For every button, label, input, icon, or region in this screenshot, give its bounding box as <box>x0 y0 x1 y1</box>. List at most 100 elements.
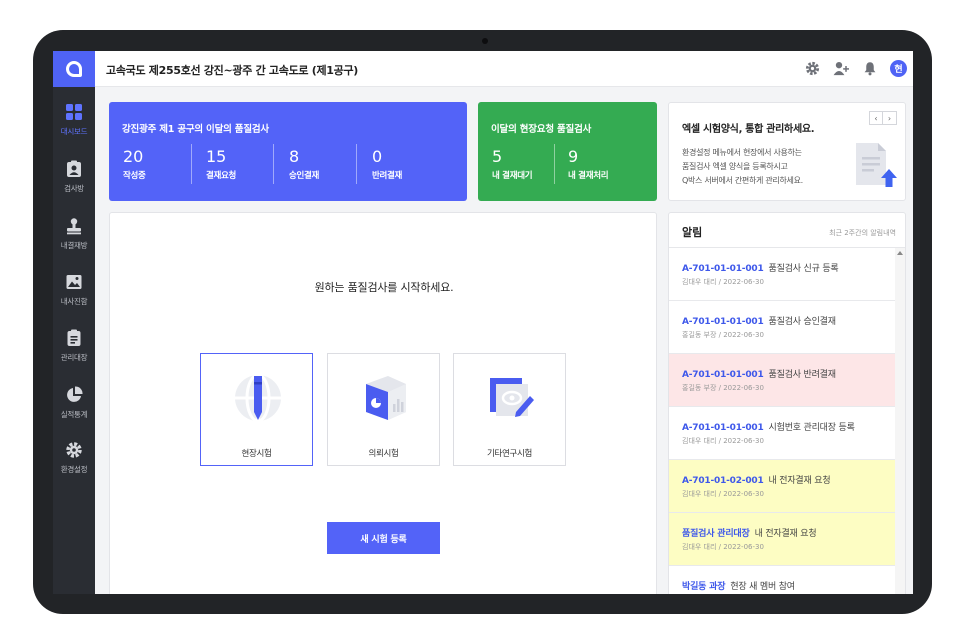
box-chart-icon <box>366 376 406 420</box>
stat-label: 결재요청 <box>206 171 237 181</box>
clipboard-user-icon <box>67 160 81 177</box>
sidebar-item-label: 환경설정 <box>60 465 88 474</box>
sidebar-item-statistics[interactable]: 실적통계 <box>53 382 95 432</box>
scroll-up-arrow-icon[interactable] <box>897 251 903 255</box>
notification-meta: 김대우 대리 / 2022-06-30 <box>682 437 764 445</box>
notification-code: A-701-01-02-001 <box>682 476 764 486</box>
sidebar-item-inspection[interactable]: 검사방 <box>53 156 95 206</box>
notification-item[interactable]: 박길동 과장 현장 새 멤버 참여 <box>669 566 896 594</box>
notification-item[interactable]: A-701-01-01-001 품질검사 승인결재 홍길동 부장 / 2022-0… <box>669 301 896 354</box>
promo-next-button[interactable]: › <box>883 111 897 125</box>
notifications-scrollbar[interactable] <box>895 248 905 594</box>
stat-approval-request[interactable]: 15 결재요청 <box>206 148 236 186</box>
stat-my-pending[interactable]: 5 내 결재대기 <box>492 148 533 186</box>
notification-item[interactable]: A-701-01-01-001 품질검사 신규 등록 김대우 대리 / 2022-… <box>669 248 896 301</box>
test-label: 현장시험 <box>241 449 272 459</box>
monthly-inspection-card: 강진광주 제1 공구의 이달의 품질검사 20 작성중 15 결재요청 8 승인… <box>109 102 467 201</box>
app-screen: 대시보드 검사방 내결재방 내사진함 관리대장 실적통계 환경설정 고속국도 제… <box>53 51 913 594</box>
stat-value: 8 <box>289 147 300 166</box>
promo-description: 환경설정 메뉴에서 현장에서 사용하는 품질검사 엑셀 양식을 등록하시고 Q박… <box>682 146 803 188</box>
promo-desc-line: 품질검사 엑셀 양식을 등록하시고 <box>682 162 788 171</box>
pie-chart-icon <box>67 386 83 402</box>
field-test-card[interactable]: 현장시험 <box>200 353 313 466</box>
settings-button[interactable] <box>803 59 821 77</box>
user-avatar[interactable]: 현 <box>890 59 907 77</box>
notifications-header: 알림 최근 2주간의 알림내역 <box>669 213 905 248</box>
notification-meta: 김대우 대리 / 2022-06-30 <box>682 278 764 286</box>
notifications-panel: 알림 최근 2주간의 알림내역 A-701-01-01-001 품질검사 신규 등… <box>668 212 906 594</box>
new-test-button[interactable]: 새 시험 등록 <box>327 522 440 554</box>
notification-text: 내 전자결재 요청 <box>754 529 817 539</box>
notification-code: A-701-01-01-001 <box>682 317 764 327</box>
notification-meta: 홍길동 부장 / 2022-06-30 <box>682 384 764 392</box>
notification-item-pending[interactable]: 품질검사 관리대장 내 전자결재 요청 김대우 대리 / 2022-06-30 <box>669 513 896 566</box>
notification-text: 현장 새 멤버 참여 <box>730 582 795 592</box>
sidebar-item-label: 실적통계 <box>60 410 88 419</box>
excel-promo-card: 엑셀 시험양식, 통합 관리하세요. ‹ › 환경설정 메뉴에서 현장에서 사용… <box>668 102 906 201</box>
notification-meta: 홍길동 부장 / 2022-06-30 <box>682 331 764 339</box>
field-request-card: 이달의 현장요청 품질검사 5 내 결재대기 9 내 결재처리 <box>478 102 657 201</box>
notification-code: A-701-01-01-001 <box>682 264 764 274</box>
bell-icon <box>864 61 876 75</box>
stat-approved[interactable]: 8 승인결재 <box>289 148 319 186</box>
tablet-camera <box>482 38 488 44</box>
notifications-subtitle: 최근 2주간의 알림내역 <box>829 229 896 237</box>
top-actions: 현 <box>803 59 907 77</box>
stat-divider <box>191 144 192 184</box>
start-prompt: 원하는 품질검사를 시작하세요. <box>314 281 454 294</box>
notification-meta: 김대우 대리 / 2022-06-30 <box>682 543 764 551</box>
add-user-icon <box>833 61 849 75</box>
test-label: 기타연구시험 <box>486 449 533 459</box>
notification-code: A-701-01-01-001 <box>682 423 764 433</box>
notification-code: A-701-01-01-001 <box>682 370 764 380</box>
sidebar-item-photos[interactable]: 내사진함 <box>53 269 95 319</box>
sidebar: 대시보드 검사방 내결재방 내사진함 관리대장 실적통계 환경설정 <box>53 51 95 594</box>
app-logo[interactable] <box>53 51 95 87</box>
stat-value: 20 <box>123 147 144 166</box>
monthly-inspection-title: 강진광주 제1 공구의 이달의 품질검사 <box>122 124 269 135</box>
project-title: 고속국도 제255호선 강진~광주 간 고속도로 (제1공구) <box>106 64 359 77</box>
stamp-icon <box>67 218 81 235</box>
document-upload-icon <box>856 143 897 187</box>
promo-prev-button[interactable]: ‹ <box>869 111 883 125</box>
other-research-test-card[interactable]: 기타연구시험 <box>453 353 566 466</box>
notification-text: 품질검사 신규 등록 <box>768 264 839 274</box>
promo-desc-line: Q박스 서버에서 간편하게 관리하세요. <box>682 176 803 185</box>
stat-rejected[interactable]: 0 반려결재 <box>372 148 402 186</box>
notifications-button[interactable] <box>861 59 879 77</box>
stat-label: 반려결재 <box>372 171 403 181</box>
notification-text: 내 전자결재 요청 <box>768 476 831 486</box>
gear-icon <box>805 61 819 75</box>
clipboard-list-icon <box>67 329 81 346</box>
request-test-card[interactable]: 의뢰시험 <box>327 353 440 466</box>
stat-drafting[interactable]: 20 작성중 <box>123 148 146 186</box>
notification-item-pending[interactable]: A-701-01-02-001 내 전자결재 요청 김대우 대리 / 2022-0… <box>669 460 896 513</box>
sidebar-item-label: 내사진함 <box>60 297 88 306</box>
image-icon <box>66 275 82 289</box>
promo-title: 엑셀 시험양식, 통합 관리하세요. <box>682 124 815 135</box>
notification-item[interactable]: A-701-01-01-001 시험번호 관리대장 등록 김대우 대리 / 202… <box>669 407 896 460</box>
pen-globe-icon <box>235 373 281 423</box>
stat-label: 내 결재대기 <box>492 171 533 181</box>
sidebar-item-dashboard[interactable]: 대시보드 <box>53 99 95 149</box>
notification-code: 박길동 과장 <box>682 582 726 592</box>
sidebar-item-label: 관리대장 <box>60 353 88 362</box>
logo-mark-icon <box>66 61 82 77</box>
top-bar: 고속국도 제255호선 강진~광주 간 고속도로 (제1공구) 현 <box>95 51 913 87</box>
sidebar-item-label: 검사방 <box>64 184 84 193</box>
gear-icon <box>66 442 82 458</box>
test-label: 의뢰시험 <box>368 449 399 459</box>
notification-item-rejected[interactable]: A-701-01-01-001 품질검사 반려결재 홍길동 부장 / 2022-0… <box>669 354 896 407</box>
sidebar-item-approval[interactable]: 내결재방 <box>53 213 95 263</box>
stat-label: 승인결재 <box>289 171 320 181</box>
dashboard-grid-icon <box>66 104 82 120</box>
promo-pager: ‹ › <box>869 111 897 125</box>
sidebar-item-register[interactable]: 관리대장 <box>53 325 95 375</box>
sidebar-item-label: 내결재방 <box>60 241 88 250</box>
notification-code: 품질검사 관리대장 <box>682 529 750 539</box>
start-inspection-panel: 원하는 품질검사를 시작하세요. 현장시험 의뢰시험 기타연구시험 새 시험 등… <box>109 212 657 594</box>
stat-value: 9 <box>568 147 579 166</box>
sidebar-item-settings[interactable]: 환경설정 <box>53 437 95 487</box>
stat-my-processed[interactable]: 9 내 결재처리 <box>568 147 609 186</box>
add-user-button[interactable] <box>832 59 850 77</box>
